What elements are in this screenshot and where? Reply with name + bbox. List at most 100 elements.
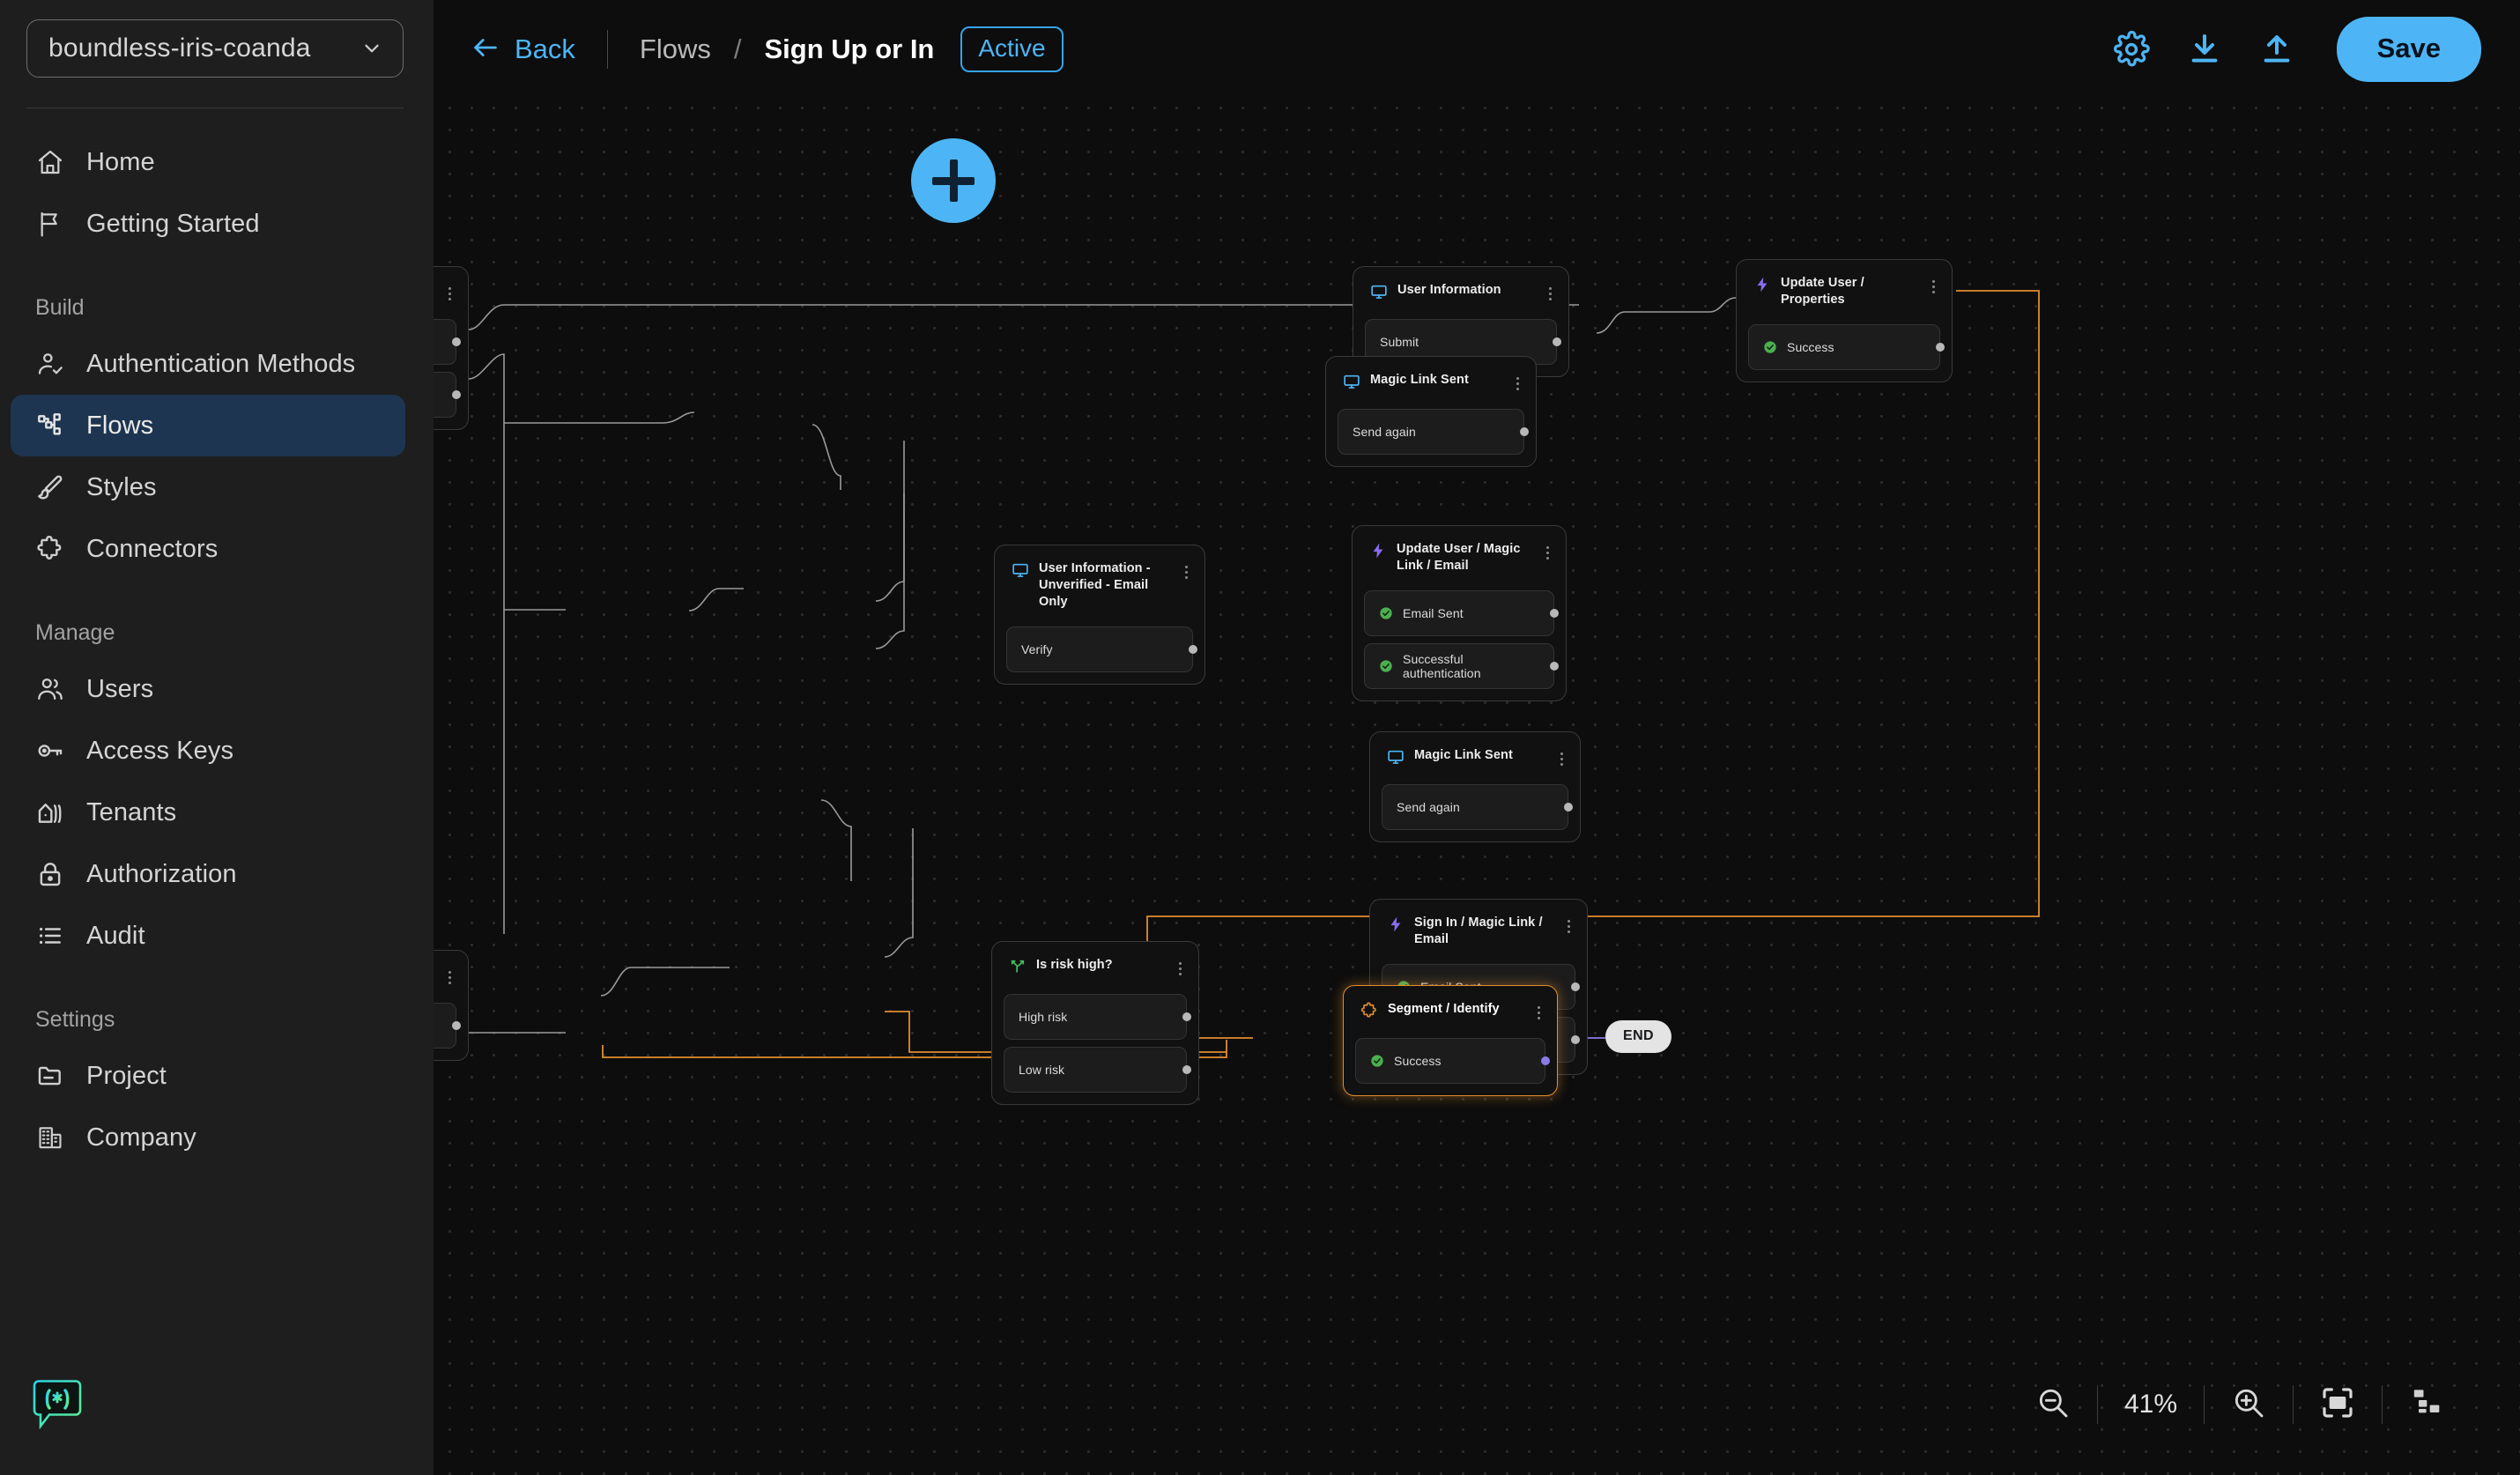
flow-node-port-handle[interactable] [452,390,461,399]
flow-node-port-handle[interactable] [1189,645,1197,654]
flow-node-header: Is risk high? [1004,952,1187,987]
bolt-icon [1753,276,1771,293]
flow-node-port-handle[interactable] [452,1021,461,1030]
flow-node-port-handle[interactable] [1550,609,1559,618]
flow-node-update-user-properties[interactable]: Update User / Properties Success [1736,259,1953,382]
zoom-out-icon [2035,1385,2071,1425]
flow-node-port[interactable] [434,372,456,418]
flow-node-port[interactable]: Successful authentication [1364,643,1554,689]
gear-icon[interactable] [2113,31,2150,68]
flow-node-port[interactable] [434,1003,456,1049]
flow-node-is-risk-high[interactable]: Is risk high? High risk Low risk [991,941,1199,1105]
sidebar-item-company[interactable]: Company [11,1107,405,1168]
sidebar-item-getting-started[interactable]: Getting Started [11,193,405,255]
sidebar-item-access-keys[interactable]: Access Keys [11,720,405,782]
lock-icon [35,859,65,889]
zoom-controls: 41% [2009,1376,2471,1433]
download-icon[interactable] [2187,32,2222,67]
sidebar-item-label: Getting Started [86,210,260,239]
flow-node-partial-top[interactable] [434,266,469,430]
flow-node-port[interactable]: Verify [1006,626,1193,672]
back-button[interactable]: Back [471,33,575,67]
sidebar-item-project[interactable]: Project [11,1045,405,1107]
flow-node-port[interactable]: High risk [1004,994,1187,1040]
flow-node-port-label: Submit [1380,335,1419,349]
sidebar-item-users[interactable]: Users [11,658,405,720]
flow-node-menu-button[interactable] [1175,959,1185,978]
flow-node-segment-identify[interactable]: Segment / Identify Success [1343,985,1558,1096]
fit-screen-button[interactable] [2294,1385,2382,1425]
flow-node-port-handle[interactable] [452,337,461,346]
flow-node-update-user-magic-link-email[interactable]: Update User / Magic Link / Email Email S… [1352,525,1567,701]
project-selector[interactable]: boundless-iris-coanda [26,19,404,78]
flow-node-menu-button[interactable] [1533,1003,1544,1022]
flow-node-port[interactable]: Success [1355,1038,1545,1084]
flow-node-port-handle[interactable] [1520,427,1529,436]
flow-node-port-label: Send again [1397,800,1460,814]
sidebar-item-connectors[interactable]: Connectors [11,518,405,580]
flow-node-menu-button[interactable] [1556,749,1567,768]
save-button[interactable]: Save [2337,17,2481,82]
sidebar-nav: Home Getting Started Build Authenticatio… [0,131,434,1168]
flow-node-partial-bottom[interactable] [434,950,469,1061]
flow-node-user-information-unverified[interactable]: User Information - Unverified - Email On… [994,545,1205,685]
sidebar-item-authentication-methods[interactable]: Authentication Methods [11,333,405,395]
key-icon [35,736,65,766]
flow-node-menu-button[interactable] [1563,916,1574,936]
sidebar-item-flows[interactable]: Flows [11,395,405,456]
sidebar-item-authorization[interactable]: Authorization [11,843,405,905]
auto-layout-button[interactable] [2383,1385,2471,1425]
flow-node-port-handle[interactable] [1564,803,1573,812]
flow-node-menu-button[interactable] [1181,562,1191,582]
zoom-level: 41% [2098,1390,2204,1419]
flow-node-header: Magic Link Sent [1338,367,1524,402]
sidebar-item-home[interactable]: Home [11,131,405,193]
flow-node-port-handle[interactable] [1571,982,1580,991]
topbar-divider [607,30,608,69]
flow-node-header: Segment / Identify [1355,997,1545,1031]
folder-icon [35,1061,65,1091]
flow-node-port[interactable]: Low risk [1004,1047,1187,1093]
add-node-button[interactable] [911,138,996,223]
check-circle-icon [1763,340,1777,354]
flow-node-port-handle[interactable] [1550,662,1559,671]
flow-node-menu-button[interactable] [444,284,455,303]
flow-node-magic-link-sent-2[interactable]: Magic Link Sent Send again [1369,731,1581,842]
sidebar-item-label: Project [86,1062,167,1091]
flow-node-port-handle[interactable] [1182,1065,1191,1074]
sidebar-item-audit[interactable]: Audit [11,905,405,967]
sidebar-item-tenants[interactable]: Tenants [11,782,405,843]
flow-nodes-icon [35,411,65,441]
flow-node-menu-button[interactable] [1928,277,1938,296]
bolt-icon [1369,542,1387,560]
zoom-in-button[interactable] [2205,1385,2293,1425]
auto-layout-icon [2409,1385,2444,1425]
sidebar-item-label: Styles [86,473,157,502]
chat-bubble-icon[interactable] [30,1378,88,1431]
flow-node-port-handle[interactable] [1182,1012,1191,1021]
flow-node-menu-button[interactable] [1542,543,1553,562]
flow-node-port[interactable]: Email Sent [1364,590,1554,636]
flow-node-port-label: Low risk [1019,1063,1064,1077]
status-badge[interactable]: Active [960,26,1063,72]
upload-icon[interactable] [2259,32,2294,67]
flow-canvas[interactable]: User Information Submit Update User / Pr… [434,0,2520,1475]
sidebar-item-styles[interactable]: Styles [11,456,405,518]
flow-node-port[interactable] [434,319,456,365]
breadcrumb-flows[interactable]: Flows [640,33,711,65]
flow-node-port-handle[interactable] [1553,337,1561,346]
flow-node-menu-button[interactable] [1512,374,1523,393]
flow-node-port[interactable]: Success [1748,324,1940,370]
flow-node-menu-button[interactable] [1545,284,1555,303]
zoom-out-button[interactable] [2009,1385,2097,1425]
flow-node-menu-button[interactable] [444,967,455,987]
flow-node-port[interactable]: Send again [1382,784,1568,830]
sidebar-item-label: Authorization [86,860,237,889]
screen-icon [1012,561,1029,579]
flow-node-port-handle[interactable] [1571,1035,1580,1044]
flow-node-port-handle[interactable] [1541,1056,1550,1065]
check-circle-icon [1379,659,1393,673]
flow-node-port-handle[interactable] [1936,343,1945,352]
flow-node-port[interactable]: Send again [1338,409,1524,455]
flow-node-magic-link-sent-1[interactable]: Magic Link Sent Send again [1325,356,1537,467]
